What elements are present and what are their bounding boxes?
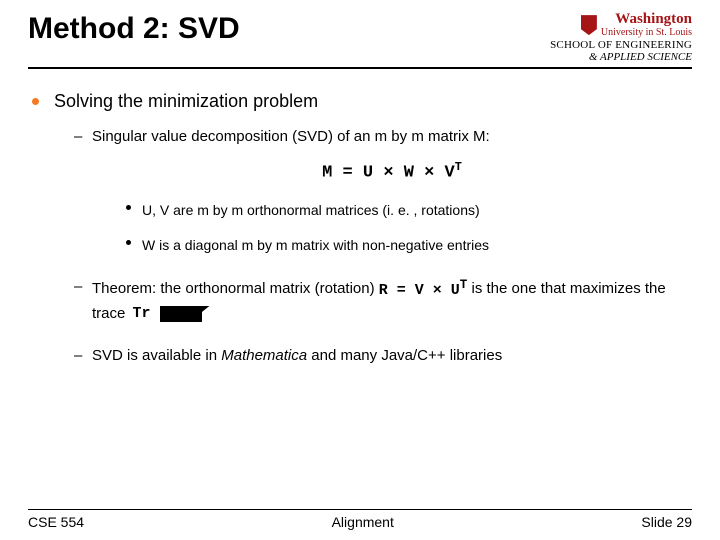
logo-top-row: Washington University in St. Louis	[550, 12, 692, 38]
footer-course: CSE 554	[28, 514, 84, 530]
sub-3: SVD is available in Mathematica and many…	[74, 345, 692, 368]
sub-1: Singular value decomposition (SVD) of an…	[74, 126, 692, 256]
logo-school-line2: & APPLIED SCIENCE	[550, 52, 692, 64]
sub-3c: and many Java/C++ libraries	[307, 347, 502, 364]
sub-2-pre: Theorem: the orthonormal matrix (rotatio…	[92, 280, 379, 297]
sub-1b: W is a diagonal m by m matrix with non-n…	[126, 235, 692, 256]
trace-fragment-icon	[160, 306, 202, 322]
eq-main: M = U × W × V	[322, 164, 455, 183]
eq-r-sup: T	[460, 278, 468, 292]
equation-r: R = V × UT	[379, 276, 468, 303]
sub-1-text: Singular value decomposition (SVD) of an…	[92, 128, 490, 145]
sub-1a: U, V are m by m orthonormal matrices (i.…	[126, 200, 692, 221]
eq-main-sup: T	[455, 160, 462, 174]
sub-3b: Mathematica	[221, 347, 307, 364]
equation-svd: M = U × W × VT	[322, 159, 462, 186]
bullet-list: Solving the minimization problem Singula…	[28, 91, 692, 367]
sub-sub-list: U, V are m by m orthonormal matrices (i.…	[92, 200, 692, 256]
equation-row: M = U × W × VT	[92, 159, 692, 186]
slide-title: Method 2: SVD	[28, 12, 240, 46]
header: Method 2: SVD Washington University in S…	[28, 12, 692, 69]
slide: Method 2: SVD Washington University in S…	[0, 0, 720, 540]
bullet-1: Solving the minimization problem Singula…	[32, 91, 692, 367]
sub-list: Singular value decomposition (SVD) of an…	[54, 126, 692, 367]
bullet-1-text: Solving the minimization problem	[54, 91, 318, 111]
trace-label: Tr	[133, 305, 151, 322]
eq-r: R = V × U	[379, 282, 460, 299]
footer-slide-number: Slide 29	[641, 514, 692, 530]
university-logo: Washington University in St. Louis SCHOO…	[550, 12, 692, 63]
sub-2: Theorem: the orthonormal matrix (rotatio…	[74, 276, 692, 325]
logo-city: University in St. Louis	[601, 28, 692, 39]
footer: CSE 554 Alignment Slide 29	[28, 509, 692, 530]
content: Solving the minimization problem Singula…	[28, 91, 692, 367]
shield-icon	[581, 15, 597, 35]
footer-topic: Alignment	[332, 514, 394, 530]
sub-3a: SVD is available in	[92, 347, 221, 364]
logo-university: Washington	[601, 12, 692, 28]
